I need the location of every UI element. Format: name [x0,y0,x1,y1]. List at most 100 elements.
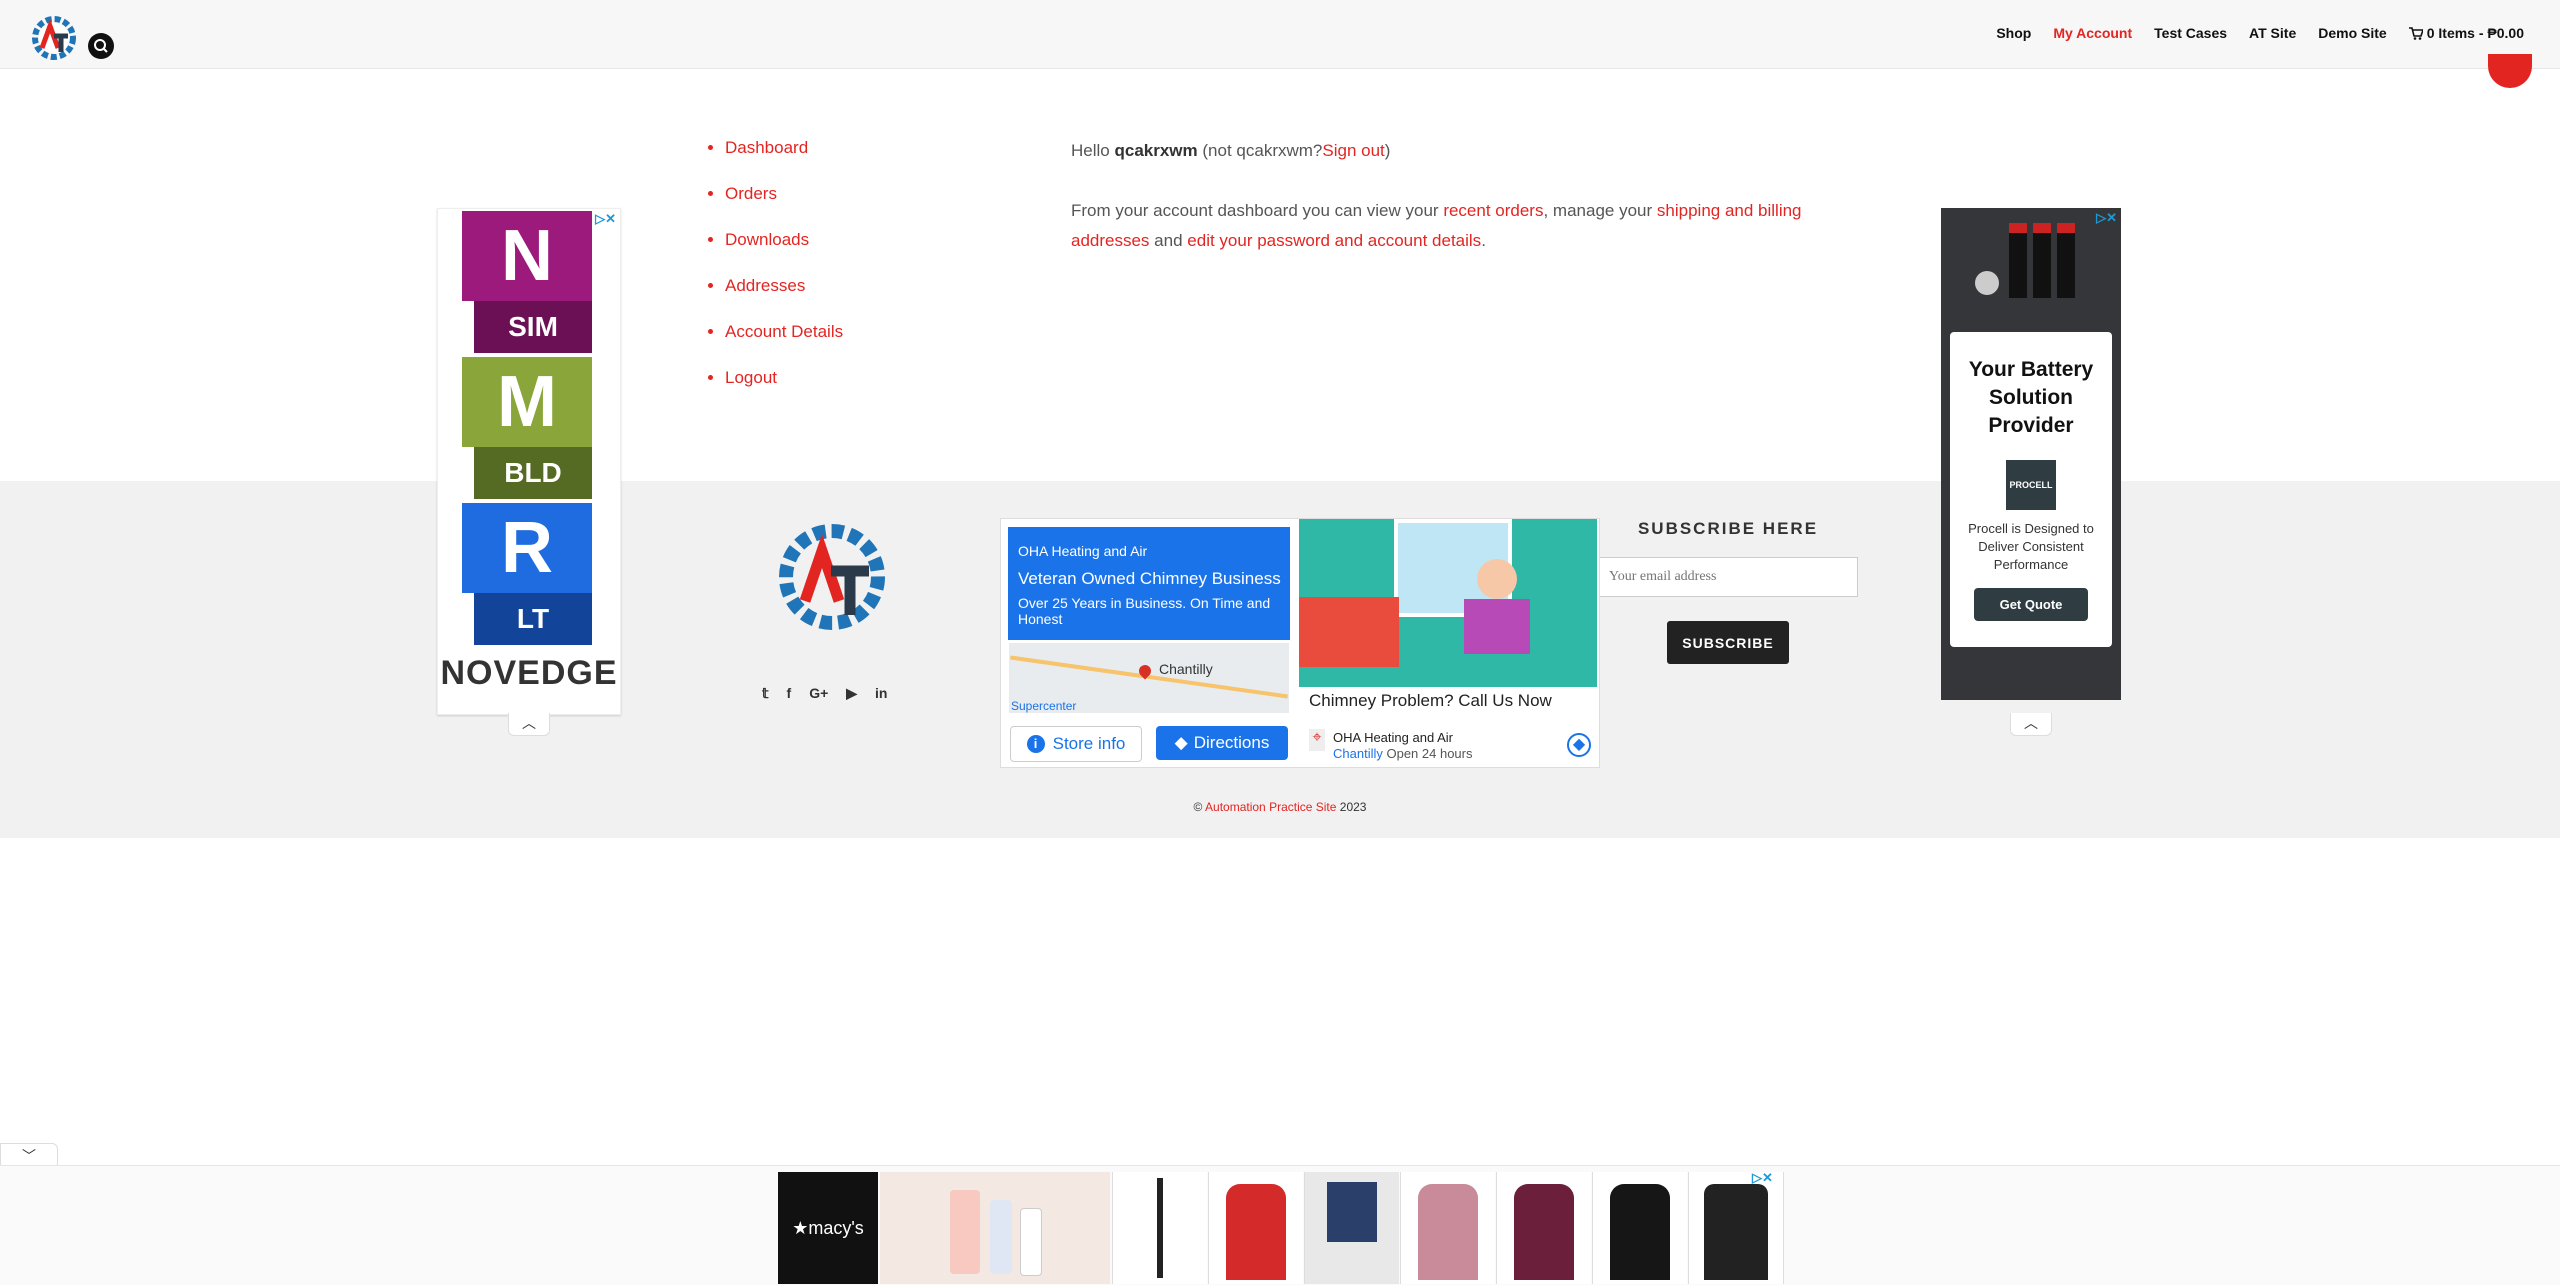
ad-illustration-sofa [1299,597,1399,667]
ad-product-bottle [950,1190,980,1274]
greeting-not-user: (not qcakrxwm? [1202,141,1323,160]
ad-product-bottle [1020,1208,1042,1276]
ad-tile-lt[interactable]: R LT [462,503,592,645]
ad-product-tile[interactable] [1592,1172,1687,1284]
search-button[interactable] [88,33,114,59]
recent-orders-link[interactable]: recent orders [1443,201,1543,220]
edit-account-link[interactable]: edit your password and account details [1187,231,1481,250]
directions-label: Directions [1193,733,1270,752]
ad-tile-label: SIM [474,301,592,353]
youtube-icon[interactable]: ▶ [846,685,857,702]
copyright: © Automation Practice Site 2023 [0,800,2560,814]
account-nav-orders[interactable]: Orders [725,184,777,203]
account-nav-dashboard[interactable]: Dashboard [725,138,808,157]
map-pin-icon: ⌖ [1309,729,1325,751]
account-nav-account-details[interactable]: Account Details [725,322,843,341]
dashboard-intro: From your account dashboard you can view… [1071,196,1811,256]
copyright-symbol: © [1193,800,1203,814]
nav-shop[interactable]: Shop [1996,25,2031,41]
ad-map[interactable]: Chantilly Supercenter [1009,643,1289,713]
ad-product-tile[interactable] [1688,1172,1784,1284]
store-info-button[interactable]: i Store info [1010,726,1142,762]
nav-demo-site[interactable]: Demo Site [2318,25,2386,41]
battery-ad-description: Procell is Designed to Deliver Consisten… [1968,521,2094,572]
get-quote-button[interactable]: Get Quote [1973,588,2089,621]
map-city-label: Chantilly [1159,661,1213,677]
ad-product-image [1610,1184,1670,1280]
ad-illustration-person [1477,559,1517,599]
account-nav-item: Downloads [725,228,843,274]
ad-product-tile[interactable] [1304,1172,1399,1284]
account-nav-item: Dashboard [725,136,843,182]
greeting-close: ) [1384,141,1391,160]
facebook-icon[interactable]: f [787,685,792,702]
ad-product-tile[interactable] [1496,1172,1591,1284]
ad-product-image [1514,1184,1574,1280]
ad-cosmetics-image[interactable] [880,1172,1110,1284]
ad-tile-letter: M [462,357,592,447]
macys-logo[interactable]: ★macy's [778,1172,878,1284]
search-icon [94,39,108,53]
twitter-icon[interactable]: 𝕥 [762,685,769,702]
subscribe-button[interactable]: SUBSCRIBE [1667,621,1789,664]
account-nav-downloads[interactable]: Downloads [725,230,809,249]
ad-advertiser: OHA Heating and Air [1018,543,1148,559]
nav-at-site[interactable]: AT Site [2249,25,2296,41]
ad-body: Over 25 Years in Business. On Time and H… [1018,595,1271,627]
chevron-down-icon: ﹀ [22,1148,36,1164]
account-nav-addresses[interactable]: Addresses [725,276,805,295]
subscribe-title: SUBSCRIBE HERE [1637,519,1819,538]
account-nav-item: Addresses [725,274,843,320]
ad-product-image [1226,1184,1286,1280]
nav-test-cases[interactable]: Test Cases [2154,25,2227,41]
map-road [1010,655,1288,699]
floating-badge[interactable] [2488,54,2532,88]
left-ad-banner[interactable]: ▷✕ N SIM M BLD R LT NOVEDGE [437,208,621,715]
ad-product-bottle [990,1200,1012,1274]
directions-icon[interactable]: ◆ [1567,733,1591,757]
ad-choices-icon[interactable]: ▷✕ [2096,210,2117,226]
ad-business-location: Chantilly Open 24 hours [1333,746,1473,761]
nav-my-account[interactable]: My Account [2053,25,2132,41]
footer-logo[interactable] [775,515,890,640]
chevron-up-icon: ︿ [522,715,536,731]
ad-tile-bld[interactable]: M BLD [462,357,592,499]
ad-product-image [1327,1182,1377,1242]
intro-text-2: , manage your [1543,201,1653,220]
cart-link[interactable]: 0 Items - ₱0.00 [2408,25,2524,41]
ad-product-image [1157,1178,1163,1278]
account-nav-item: Account Details [725,320,843,366]
intro-text-1: From your account dashboard you can view… [1071,201,1439,220]
ad-product-tile[interactable] [1112,1172,1207,1284]
ad-business-hours: Open 24 hours [1386,746,1473,761]
account-nav-logout[interactable]: Logout [725,368,777,387]
ad-business-city: Chantilly [1333,746,1383,761]
ad-product-tile[interactable] [1400,1172,1495,1284]
directions-button[interactable]: ◆ Directions [1156,726,1288,760]
ad-choices-icon[interactable]: ▷✕ [1752,1170,1773,1186]
procell-logo: PROCELL [2006,460,2056,510]
ad-illustration-person-body [1464,599,1530,654]
ad-tile-letter: N [462,211,592,301]
ad-business-card[interactable]: OHA Heating and Air Veteran Owned Chimne… [1008,527,1290,640]
copyright-link[interactable]: Automation Practice Site [1205,800,1336,814]
site-logo[interactable] [28,12,80,64]
subscribe-email-input[interactable] [1598,557,1858,597]
battery-ad-card[interactable]: Your Battery Solution Provider PROCELL P… [1950,332,2112,647]
ad-illustration [1299,519,1597,687]
linkedin-icon[interactable]: in [875,685,887,702]
ad-product-image [1418,1184,1478,1280]
google-plus-icon[interactable]: G+ [809,685,828,702]
ad-choices-icon[interactable]: ▷✕ [595,211,616,227]
store-info-label: Store info [1052,734,1126,753]
right-ad-collapse[interactable]: ︿ [2010,713,2052,736]
sign-out-link[interactable]: Sign out [1322,141,1384,160]
account-dashboard-content: Hello qcakrxwm (not qcakrxwm?Sign out) F… [1071,136,1811,286]
left-ad-collapse[interactable]: ︿ [508,713,550,736]
account-nav-item: Orders [725,182,843,228]
social-links: 𝕥 f G+ ▶ in [762,685,888,702]
ad-tile-sim[interactable]: N SIM [462,211,592,353]
ad-tile-label: BLD [474,447,592,499]
ad-product-tile[interactable] [1208,1172,1303,1284]
cart-label: 0 Items - ₱0.00 [2426,25,2524,41]
